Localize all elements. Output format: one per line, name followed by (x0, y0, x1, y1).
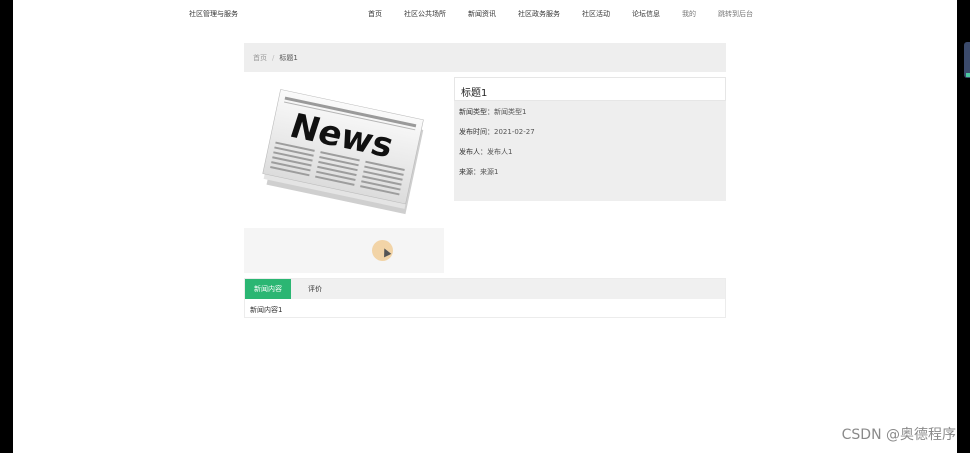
nav-gov-services[interactable]: 社区政务服务 (518, 9, 560, 19)
field-label: 来源： (459, 168, 480, 176)
article-info-panel: 标题1 新闻类型：新闻类型1 发布时间：2021-02-27 发布人：发布人1 … (454, 77, 726, 201)
image-caption-area (244, 228, 444, 273)
news-image: News (244, 80, 444, 223)
field-label: 发布人： (459, 148, 487, 156)
breadcrumb-home[interactable]: 首页 (253, 54, 267, 62)
breadcrumb-current: 标题1 (279, 54, 298, 62)
field-value: 来源1 (480, 168, 499, 176)
breadcrumb-separator: / (272, 54, 275, 62)
newspaper-icon: News (262, 89, 424, 215)
tab-news-content[interactable]: 新闻内容 (245, 279, 291, 299)
field-value: 2021-02-27 (494, 128, 535, 136)
field-publish-time: 发布时间：2021-02-27 (454, 122, 726, 142)
field-source: 来源：来源1 (454, 162, 726, 182)
tab-panel-content: 新闻内容1 (250, 306, 283, 314)
side-widget-accent (966, 73, 970, 77)
field-value: 新闻类型1 (494, 108, 527, 116)
tab-bar: 新闻内容 评价 (245, 279, 725, 299)
article-title: 标题1 (454, 77, 726, 101)
breadcrumb: 首页 / 标题1 (244, 43, 726, 72)
nav-public-places[interactable]: 社区公共场所 (404, 9, 446, 19)
field-label: 发布时间： (459, 128, 494, 136)
nav-admin[interactable]: 跳转到后台 (718, 9, 753, 19)
top-navbar: 社区管理与服务 首页 社区公共场所 新闻资讯 社区政务服务 社区活动 论坛信息 … (13, 0, 957, 28)
nav-home[interactable]: 首页 (368, 9, 382, 19)
browser-page: 社区管理与服务 首页 社区公共场所 新闻资讯 社区政务服务 社区活动 论坛信息 … (13, 0, 957, 453)
field-label: 新闻类型： (459, 108, 494, 116)
content-tabs: 新闻内容 评价 新闻内容1 (244, 278, 726, 318)
nav-news[interactable]: 新闻资讯 (468, 9, 496, 19)
main-nav: 首页 社区公共场所 新闻资讯 社区政务服务 社区活动 论坛信息 我的 跳转到后台 (368, 9, 775, 19)
nav-my[interactable]: 我的 (682, 9, 696, 19)
watermark: CSDN @奥德程序 (841, 427, 956, 443)
tab-reviews[interactable]: 评价 (301, 279, 329, 299)
site-brand[interactable]: 社区管理与服务 (189, 9, 238, 19)
field-news-type: 新闻类型：新闻类型1 (454, 102, 726, 122)
nav-activities[interactable]: 社区活动 (582, 9, 610, 19)
field-publisher: 发布人：发布人1 (454, 142, 726, 162)
nav-forum[interactable]: 论坛信息 (632, 9, 660, 19)
field-value: 发布人1 (487, 148, 513, 156)
